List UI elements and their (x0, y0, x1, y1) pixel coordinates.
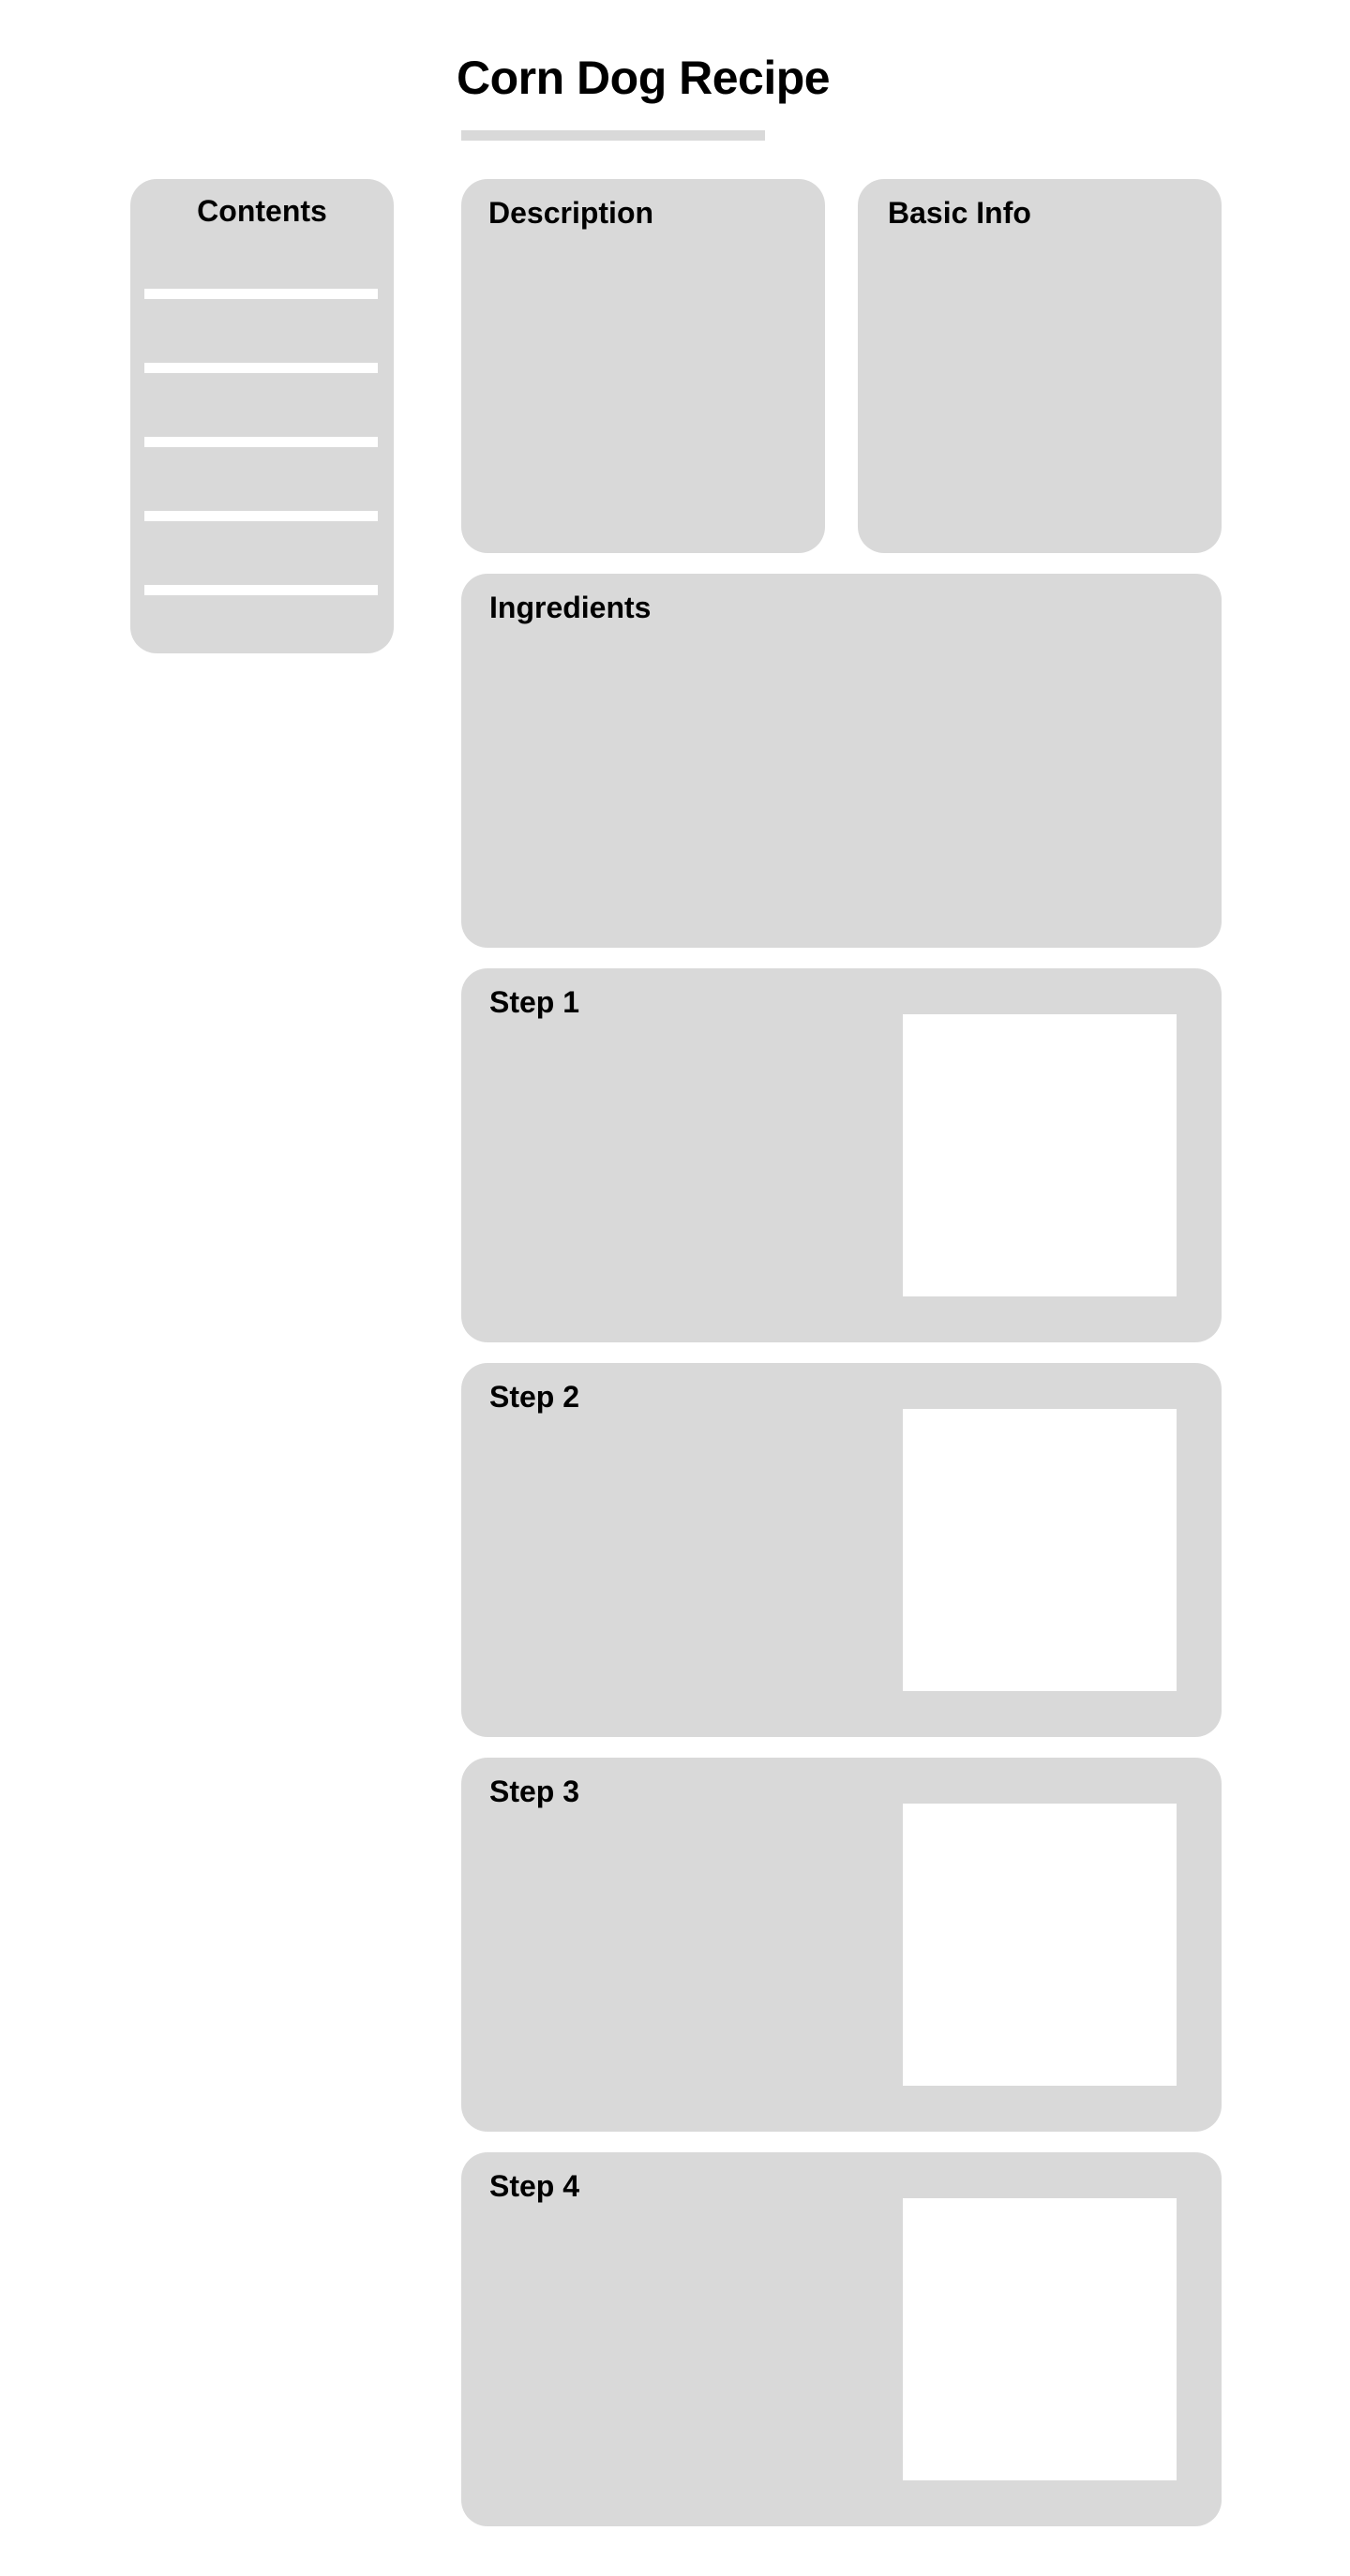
title-underline (461, 130, 765, 141)
step-4-heading: Step 4 (489, 2169, 580, 2203)
step-2-card: Step 2 (461, 1363, 1222, 1737)
contents-link-2[interactable] (144, 363, 378, 373)
step-3-image-placeholder (903, 1804, 1177, 2086)
page-title: Corn Dog Recipe (457, 52, 831, 104)
ingredients-heading: Ingredients (489, 591, 652, 624)
step-1-heading: Step 1 (489, 985, 580, 1019)
contents-sidebar: Contents (130, 179, 394, 653)
description-heading: Description (488, 196, 654, 230)
contents-link-1[interactable] (144, 289, 378, 299)
ingredients-card: Ingredients (461, 574, 1222, 948)
contents-link-5[interactable] (144, 585, 378, 595)
step-4-image-placeholder (903, 2198, 1177, 2480)
step-3-heading: Step 3 (489, 1775, 580, 1808)
basic-info-card: Basic Info (858, 179, 1222, 553)
description-card: Description (461, 179, 825, 553)
step-2-heading: Step 2 (489, 1380, 580, 1414)
step-1-image-placeholder (903, 1014, 1177, 1296)
step-1-card: Step 1 (461, 968, 1222, 1342)
basic-info-heading: Basic Info (888, 196, 1031, 230)
contents-heading: Contents (197, 194, 327, 228)
step-4-card: Step 4 (461, 2152, 1222, 2526)
step-2-image-placeholder (903, 1409, 1177, 1691)
contents-link-3[interactable] (144, 437, 378, 447)
step-3-card: Step 3 (461, 1758, 1222, 2132)
contents-link-4[interactable] (144, 511, 378, 521)
